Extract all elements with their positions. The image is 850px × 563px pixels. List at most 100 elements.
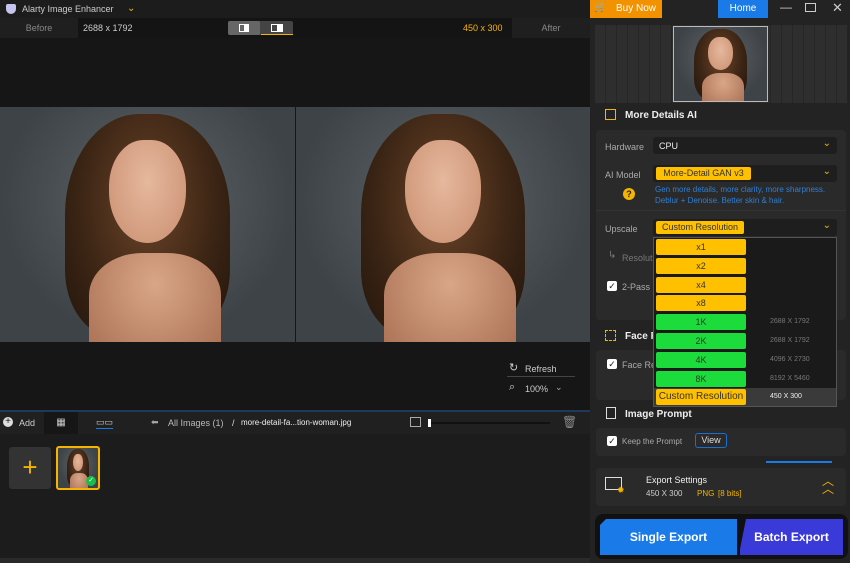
minimize-icon[interactable]: —: [780, 0, 792, 14]
strip-view-button[interactable]: ▭▭: [96, 417, 114, 429]
resolution-arrow-icon: ↳: [608, 250, 617, 261]
after-size: 450 x 300: [463, 23, 503, 33]
two-pass-checkbox[interactable]: ✓: [607, 281, 617, 291]
chevron-down-icon: ⌄: [822, 138, 831, 149]
keep-prompt-checkbox[interactable]: ✓: [607, 436, 617, 446]
dropdown-option[interactable]: Custom Resolution 450 X 300: [654, 388, 836, 407]
upscale-dropdown: x1 x2 x4 x8 1K 2688 X 1792 2K 2688 X 1792 4K 4096…: [653, 237, 837, 407]
dropdown-option[interactable]: x8: [654, 294, 836, 312]
export-settings-panel[interactable]: ✹ Export Settings 450 X 300 PNG [8 bits]…: [596, 468, 846, 506]
option-resolution: 2688 X 1792: [770, 337, 810, 344]
current-image-thumbnail[interactable]: [673, 26, 768, 102]
add-image-tile[interactable]: +: [9, 447, 51, 489]
scroll-indicator[interactable]: [766, 461, 832, 463]
option-label: 2K: [656, 333, 746, 349]
option-label: x1: [656, 239, 746, 255]
split-view-button[interactable]: [261, 21, 293, 35]
dropdown-option[interactable]: 4K 4096 X 2730: [654, 351, 836, 369]
thumbnail-strip: + ✓: [0, 434, 590, 558]
status-bar: [0, 558, 590, 563]
export-bits: [8 bits]: [718, 489, 742, 498]
add-button[interactable]: Add: [19, 418, 35, 428]
option-label: x8: [656, 295, 746, 312]
app-title: Alarty Image Enhancer: [22, 4, 114, 14]
model-description-1: Gen more details, more clarity, more sha…: [655, 185, 826, 194]
add-icon[interactable]: +: [3, 417, 13, 427]
cart-icon: 🛒: [594, 2, 607, 13]
dropdown-option[interactable]: x1: [654, 238, 836, 256]
divider: [596, 210, 846, 211]
dropdown-option[interactable]: 8K 8192 X 5460: [654, 370, 836, 388]
option-label: Custom Resolution: [656, 389, 746, 406]
app-logo-icon: [6, 4, 16, 14]
upscale-select[interactable]: Custom Resolution ⌄: [653, 219, 837, 236]
refresh-label: Refresh: [525, 364, 557, 374]
split-view-icon: [271, 24, 283, 32]
slider-handle[interactable]: [428, 419, 431, 427]
prompt-icon: [606, 407, 616, 419]
done-check-icon: ✓: [86, 476, 96, 486]
dropdown-option[interactable]: 1K 2688 X 1792: [654, 313, 836, 331]
export-format: PNG: [697, 489, 715, 498]
option-label: 8K: [656, 370, 746, 387]
ai-model-label: AI Model: [605, 170, 641, 180]
home-button[interactable]: Home: [718, 0, 768, 18]
option-resolution: 4096 X 2730: [770, 355, 810, 363]
view-prompt-button[interactable]: View: [695, 433, 727, 448]
before-image: [0, 107, 295, 342]
option-resolution: 8192 X 5460: [770, 374, 810, 382]
app-menu-chevron-icon[interactable]: ⌄: [127, 3, 135, 14]
hardware-select[interactable]: CPU ⌄: [653, 137, 837, 154]
upscale-value: Custom Resolution: [656, 221, 744, 234]
close-icon[interactable]: ✕: [832, 0, 843, 16]
option-label: x4: [656, 276, 746, 293]
after-image: [296, 107, 590, 342]
zoom-icon: ⌕: [509, 381, 516, 393]
maximize-icon[interactable]: [805, 3, 816, 12]
zoom-value: 100%: [525, 384, 549, 394]
two-pass-label: 2-Pass: [622, 282, 651, 292]
single-view-button[interactable]: [228, 21, 260, 35]
single-view-icon: [239, 24, 249, 32]
ai-model-value: More-Detail GAN v3: [656, 167, 751, 180]
option-label: 4K: [656, 351, 746, 368]
preview-area[interactable]: ↻ Refresh ⌕ 100% ⌄: [0, 38, 590, 410]
option-resolution: 2688 X 1792: [770, 318, 810, 326]
export-size: 450 X 300: [646, 489, 683, 498]
collapse-chevron-icon[interactable]: ︿ ︿: [822, 475, 834, 495]
option-label: x2: [656, 257, 746, 274]
option-label: 1K: [656, 314, 746, 331]
grid-view-button[interactable]: ▦: [44, 412, 78, 434]
delete-icon[interactable]: 🗑: [562, 415, 577, 429]
keep-prompt-label: Keep the Prompt: [622, 437, 683, 446]
chevron-down-icon: ⌄: [822, 166, 831, 177]
zoom-chevron-icon: ⌄: [555, 382, 563, 392]
right-panel: 🛒 Buy Now Home — ✕ More Details AI Hardw…: [590, 0, 850, 563]
batch-export-button[interactable]: Batch Export: [740, 519, 843, 555]
help-icon[interactable]: ?: [623, 188, 635, 200]
back-arrow-icon[interactable]: ⬅: [151, 417, 159, 428]
dropdown-option[interactable]: 2K 2688 X 1792: [654, 332, 836, 350]
dropdown-option[interactable]: x2: [654, 257, 836, 275]
buy-now-button[interactable]: 🛒 Buy Now: [590, 0, 662, 18]
more-details-icon: [605, 109, 616, 120]
refresh-button[interactable]: ↻ Refresh: [507, 361, 575, 377]
compare-bar: Before 2688 x 1792 450 x 300 After: [0, 18, 590, 38]
upscale-label: Upscale: [605, 224, 638, 234]
face-checkbox[interactable]: ✓: [607, 359, 617, 369]
single-export-button[interactable]: Single Export: [600, 519, 737, 555]
hardware-value: CPU: [659, 141, 679, 151]
zoom-select[interactable]: ⌕ 100% ⌄: [507, 381, 575, 397]
breadcrumb-all-images[interactable]: All Images (1): [168, 418, 224, 428]
refresh-icon: ↻: [509, 362, 519, 374]
thumbnail-size-slider[interactable]: [428, 419, 550, 427]
option-resolution: 450 X 300: [770, 393, 802, 401]
gear-icon: ✹: [617, 485, 625, 495]
buy-now-label: Buy Now: [616, 3, 657, 14]
image-toolbar: + Add ▦ ▭▭ ⬅ All Images (1) / more-detai…: [0, 410, 590, 434]
face-option-label: Face Re: [622, 360, 657, 370]
ai-model-select[interactable]: More-Detail GAN v3 ⌄: [653, 165, 837, 182]
thumbnail-image[interactable]: ✓: [56, 446, 100, 490]
face-icon: [605, 330, 616, 341]
dropdown-option[interactable]: x4: [654, 276, 836, 294]
